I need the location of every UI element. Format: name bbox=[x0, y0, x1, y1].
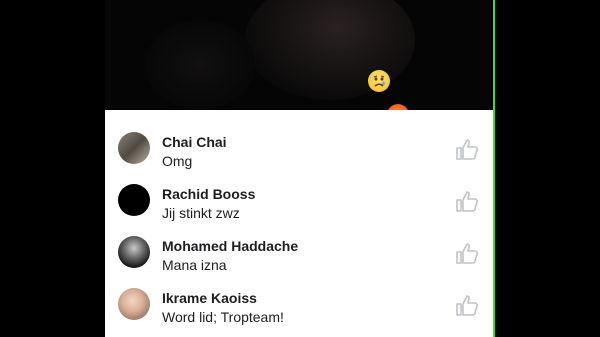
avatar[interactable] bbox=[118, 184, 150, 216]
commenter-name[interactable]: Chai Chai bbox=[162, 134, 227, 150]
avatar[interactable] bbox=[118, 236, 150, 268]
comment-row: Rachid Booss Jij stinkt zwz bbox=[105, 174, 493, 226]
commenter-name[interactable]: Rachid Booss bbox=[162, 186, 255, 202]
video-shadow bbox=[145, 20, 255, 110]
comment-text: Mana izna bbox=[162, 257, 227, 273]
like-icon[interactable] bbox=[455, 293, 479, 317]
avatar[interactable] bbox=[118, 132, 150, 164]
like-icon[interactable] bbox=[455, 137, 479, 161]
comment-row: Ikrame Kaoiss Word lid; Tropteam! bbox=[105, 278, 493, 330]
commenter-name[interactable]: Ikrame Kaoiss bbox=[162, 290, 257, 306]
comment-row: Chai Chai Omg bbox=[105, 122, 493, 174]
comment-text: Jij stinkt zwz bbox=[162, 205, 240, 221]
avatar[interactable] bbox=[118, 288, 150, 320]
like-icon[interactable] bbox=[455, 241, 479, 265]
comment-row: Mohamed Haddache Mana izna bbox=[105, 226, 493, 278]
border-line bbox=[493, 0, 495, 337]
comment-text: Omg bbox=[162, 153, 193, 169]
comments-panel: Chai Chai Omg Rachid Booss Jij stinkt zw… bbox=[105, 110, 493, 337]
like-icon[interactable] bbox=[455, 189, 479, 213]
sad-emoji-icon bbox=[368, 70, 390, 92]
comment-text: Word lid; Tropteam! bbox=[162, 309, 284, 325]
commenter-name[interactable]: Mohamed Haddache bbox=[162, 238, 298, 254]
